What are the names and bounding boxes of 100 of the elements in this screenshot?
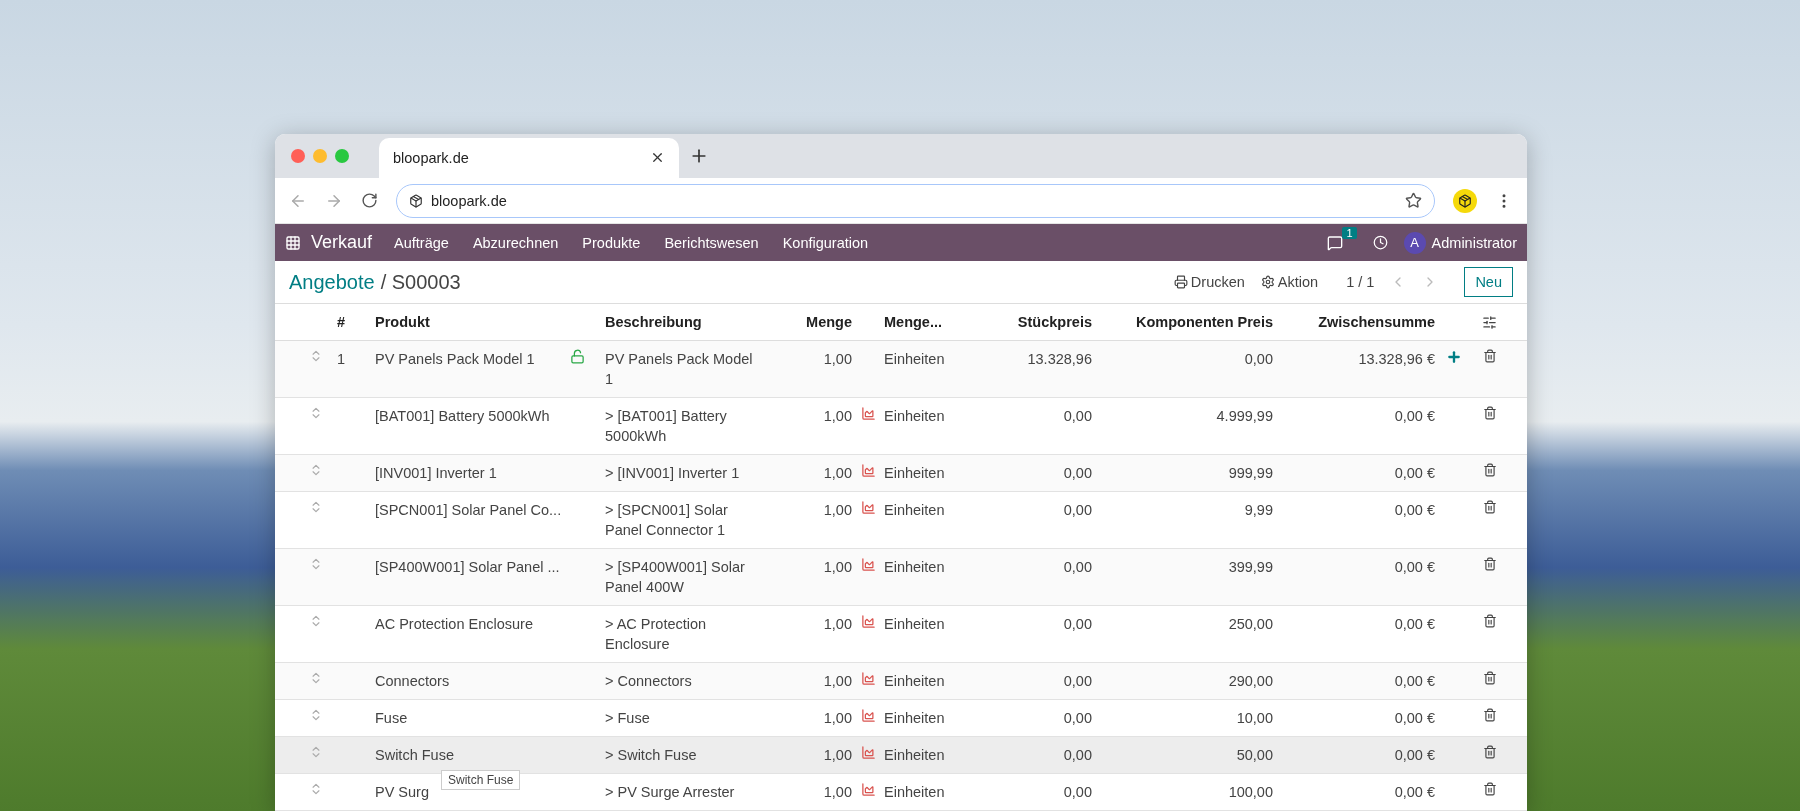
- table-row[interactable]: Switch Fuse > Switch Fuse 1,00 Einheiten 0,00 50,00 0,00 €: [275, 737, 1527, 774]
- browser-tab[interactable]: bloopark.de: [379, 137, 679, 178]
- column-header[interactable]: Stückpreis: [972, 314, 1092, 330]
- table-cell-text: 1,00: [822, 407, 852, 426]
- bookmark-star-icon[interactable]: [1405, 192, 1422, 210]
- delete-icon[interactable]: [1482, 745, 1497, 759]
- table-cell-text: [SP400W001] Solar Panel ...: [375, 558, 560, 577]
- table-cell-text: Einheiten: [884, 407, 946, 426]
- table-cell-text: > [SP400W001] Solar Panel 400W: [605, 558, 746, 597]
- area-chart-icon[interactable]: [860, 500, 876, 515]
- nav-menu-item[interactable]: Produkte: [582, 234, 641, 251]
- table-cell-text: 1,00: [822, 672, 852, 691]
- delete-icon[interactable]: [1482, 406, 1497, 420]
- area-chart-icon[interactable]: [860, 708, 876, 723]
- table-cell-text: 250,00: [1227, 615, 1273, 634]
- delete-icon[interactable]: [1482, 614, 1497, 628]
- table-row[interactable]: Fuse > Fuse 1,00 Einheiten 0,00 10,00 0,00 €: [275, 700, 1527, 737]
- table-row[interactable]: [INV001] Inverter 1 > [INV001] Inverter 1 1,00 Einheiten 0,00 999,99 0,00 €: [275, 455, 1527, 492]
- table-cell-text: Einheiten: [884, 350, 946, 369]
- table-cell-text: Switch Fuse: [375, 746, 454, 765]
- area-chart-icon[interactable]: [860, 406, 876, 421]
- table-cell-text: 0,00: [1062, 558, 1092, 577]
- apps-menu-icon[interactable]: [285, 234, 301, 251]
- table-cell-text: > [SPCN001] Solar Panel Connector 1: [605, 501, 729, 540]
- table-row[interactable]: [SP400W001] Solar Panel ... > [SP400W001] Solar Panel 400W 1,00 Einheiten 0,00 399,99 0,00 €: [275, 549, 1527, 606]
- nav-menu-item[interactable]: Aufträge: [394, 234, 449, 251]
- table-cell-text: 1,00: [822, 709, 852, 728]
- area-chart-icon[interactable]: [860, 557, 876, 572]
- area-chart-icon[interactable]: [860, 782, 876, 797]
- column-header[interactable]: Produkt: [375, 314, 605, 330]
- column-header[interactable]: #: [337, 314, 375, 330]
- nav-menu-item[interactable]: Abzurechnen: [472, 234, 559, 251]
- table-cell-text: Fuse: [375, 709, 408, 728]
- table-cell-text: 0,00 €: [1393, 558, 1435, 577]
- column-header[interactable]: Zwischensumme: [1273, 314, 1435, 330]
- table-cell-text: PV Panels Pack Model 1: [605, 350, 753, 389]
- table-cell-text: Einheiten: [884, 615, 946, 634]
- messages-icon[interactable]: [1326, 234, 1343, 251]
- user-avatar[interactable]: A: [1403, 231, 1426, 254]
- delete-icon[interactable]: [1482, 557, 1497, 571]
- delete-icon[interactable]: [1482, 463, 1497, 477]
- user-name[interactable]: Administrator: [1431, 234, 1517, 251]
- area-chart-icon[interactable]: [860, 745, 876, 760]
- close-window-button[interactable]: [291, 148, 305, 163]
- new-button[interactable]: Neu: [1464, 267, 1513, 297]
- area-chart-icon[interactable]: [860, 463, 876, 478]
- table-cell-text: > AC Protection Enclosure: [605, 615, 708, 654]
- activity-clock-icon[interactable]: [1372, 235, 1388, 251]
- column-header[interactable]: Komponenten Preis: [1092, 314, 1273, 330]
- nav-menu-item[interactable]: Berichtswesen: [664, 234, 759, 251]
- drag-handle-icon[interactable]: [309, 500, 323, 514]
- table-cell-text: 4.999,99: [1215, 407, 1273, 426]
- column-header[interactable]: Beschreibung: [605, 314, 792, 330]
- table-cell-text: 1,00: [822, 558, 852, 577]
- delete-icon[interactable]: [1482, 782, 1497, 796]
- pager-text: 1 / 1: [1346, 274, 1375, 290]
- table-cell-text: AC Protection Enclosure: [375, 615, 533, 634]
- table-row[interactable]: [SPCN001] Solar Panel Co... > [SPCN001] Solar Panel Connector 1 1,00 Einheiten 0,00 9,99 0,00 €: [275, 492, 1527, 549]
- table-cell-text: 1,00: [822, 746, 852, 765]
- table-cell-text: 13.328,96: [1026, 350, 1092, 369]
- table-cell-text: 100,00: [1227, 783, 1273, 802]
- tab-title: bloopark.de: [393, 149, 469, 166]
- table-cell-text: 1,00: [822, 501, 852, 520]
- area-chart-icon[interactable]: [860, 671, 876, 686]
- table-cell-text: PV Panels Pack Model 1: [375, 350, 535, 369]
- table-row[interactable]: [BAT001] Battery 5000kWh > [BAT001] Battery 5000kWh 1,00 Einheiten 0,00 4.999,99 0,00 €: [275, 398, 1527, 455]
- column-header[interactable]: Menge...: [884, 314, 972, 330]
- delete-icon[interactable]: [1482, 708, 1497, 722]
- table-cell-text: 0,00 €: [1393, 746, 1435, 765]
- table-cell-text: 0,00: [1062, 672, 1092, 691]
- delete-icon[interactable]: [1482, 500, 1497, 514]
- app-name: Verkauf: [311, 232, 373, 254]
- column-settings-icon[interactable]: [1482, 314, 1497, 330]
- table-cell-text: 0,00 €: [1393, 615, 1435, 634]
- delete-icon[interactable]: [1482, 349, 1497, 363]
- table-cell-text: 290,00: [1227, 672, 1273, 691]
- breadcrumb-link[interactable]: Angebote: [289, 270, 375, 294]
- add-icon[interactable]: [1445, 349, 1462, 365]
- table-cell-text: 1,00: [822, 783, 852, 802]
- nav-menu-item[interactable]: Konfiguration: [782, 234, 869, 251]
- reload-icon[interactable]: [361, 192, 378, 210]
- area-chart-icon[interactable]: [860, 614, 876, 629]
- table-cell-text: Einheiten: [884, 709, 946, 728]
- table-cell-text: > Connectors: [605, 672, 693, 691]
- delete-icon[interactable]: [1482, 671, 1497, 685]
- table-cell-text: > Fuse: [605, 709, 651, 728]
- table-cell-text: 0,00: [1062, 746, 1092, 765]
- print-button[interactable]: Drucken: [1173, 274, 1245, 290]
- table-cell-text: PV Surg: [375, 783, 429, 802]
- action-button[interactable]: Aktion: [1260, 274, 1319, 290]
- table-cell-text: 1,00: [822, 464, 852, 483]
- record-title: / S00003: [380, 270, 461, 294]
- table-row[interactable]: AC Protection Enclosure > AC Protection Enclosure 1,00 Einheiten 0,00 250,00 0,00 €: [275, 606, 1527, 663]
- column-header[interactable]: Menge: [792, 314, 852, 330]
- unlock-icon[interactable]: [570, 349, 585, 364]
- table-row[interactable]: Connectors > Connectors 1,00 Einheiten 0,00 290,00 0,00 €: [275, 663, 1527, 700]
- table-cell-text: 999,99: [1227, 464, 1273, 483]
- table-row[interactable]: 1 PV Panels Pack Model 1 PV Panels Pack Model 1 1,00 Einheiten 13.328,96 0,00 13.328,96 €: [275, 341, 1527, 398]
- table-cell-text: Einheiten: [884, 783, 946, 802]
- extension-icon[interactable]: [1453, 188, 1477, 213]
